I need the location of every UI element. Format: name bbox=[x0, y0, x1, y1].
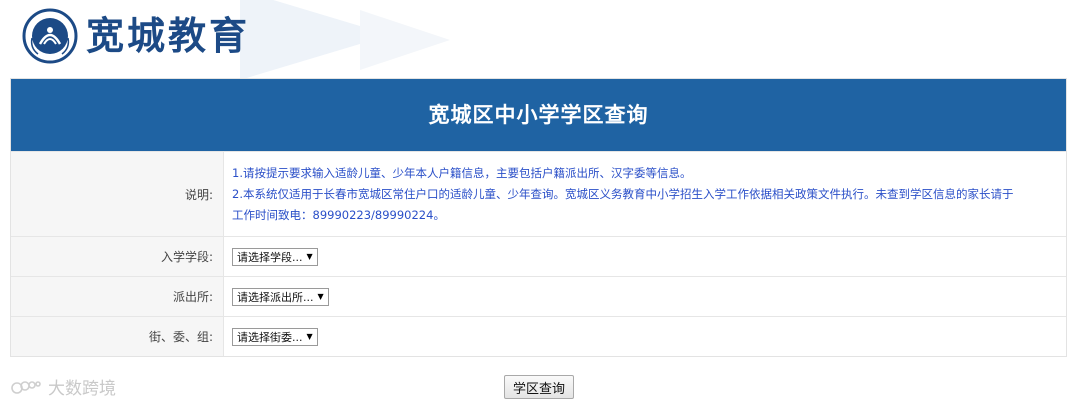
chevron-down-icon: ▼ bbox=[306, 332, 313, 341]
police-station-row: 派出所: 请选择派出所... ▼ bbox=[11, 276, 1066, 316]
watermark-logo-icon bbox=[11, 380, 41, 394]
description-line-3: 工作时间致电：89990223/89990224。 bbox=[232, 207, 445, 222]
stage-value: 请选择学段... ▼ bbox=[224, 237, 1066, 276]
police-station-select[interactable]: 请选择派出所... ▼ bbox=[232, 287, 329, 306]
stage-row: 入学学段: 请选择学段... ▼ bbox=[11, 236, 1066, 276]
street-committee-select[interactable]: 请选择街委... ▼ bbox=[232, 327, 318, 346]
site-header: 宽城教育 bbox=[0, 0, 1080, 78]
chevron-down-icon: ▼ bbox=[317, 292, 324, 301]
street-committee-select-value: 请选择街委... bbox=[237, 330, 303, 344]
chevron-down-icon: ▼ bbox=[306, 252, 313, 261]
school-district-query-button[interactable]: 学区查询 bbox=[504, 375, 575, 399]
police-station-value: 请选择派出所... ▼ bbox=[224, 277, 1066, 316]
kuancheng-emblem-icon bbox=[22, 8, 78, 64]
school-district-query-panel: 宽城区中小学学区查询 说明: 1.请按提示要求输入适龄儿童、少年本人户籍信息，主… bbox=[10, 78, 1067, 357]
description-line-2: 2.本系统仅适用于长春市宽城区常住户口的适龄儿童、少年查询。宽城区义务教育中小学… bbox=[232, 186, 1014, 201]
street-committee-label: 街、委、组: bbox=[11, 317, 224, 356]
description-value: 1.请按提示要求输入适龄儿童、少年本人户籍信息，主要包括户籍派出所、汉字委等信息… bbox=[224, 152, 1066, 236]
police-station-select-value: 请选择派出所... bbox=[237, 290, 314, 304]
description-line-1: 1.请按提示要求输入适龄儿童、少年本人户籍信息，主要包括户籍派出所、汉字委等信息… bbox=[232, 165, 692, 180]
watermark-text: 大数跨境 bbox=[48, 379, 116, 399]
description-label: 说明: bbox=[11, 152, 224, 236]
page-title: 宽城区中小学学区查询 bbox=[11, 79, 1066, 151]
stage-select-value: 请选择学段... bbox=[237, 250, 303, 264]
site-logo-text: 宽城教育 bbox=[86, 13, 251, 58]
description-text: 1.请按提示要求输入适龄儿童、少年本人户籍信息，主要包括户籍派出所、汉字委等信息… bbox=[232, 153, 1021, 236]
stage-select[interactable]: 请选择学段... ▼ bbox=[232, 247, 318, 266]
street-committee-row: 街、委、组: 请选择街委... ▼ bbox=[11, 316, 1066, 356]
description-row: 说明: 1.请按提示要求输入适龄儿童、少年本人户籍信息，主要包括户籍派出所、汉字… bbox=[11, 151, 1066, 236]
street-committee-value: 请选择街委... ▼ bbox=[224, 317, 1066, 356]
police-station-label: 派出所: bbox=[11, 277, 224, 316]
watermark: 大数跨境 bbox=[10, 374, 116, 399]
stage-label: 入学学段: bbox=[11, 237, 224, 276]
header-decoration-2 bbox=[360, 10, 450, 70]
